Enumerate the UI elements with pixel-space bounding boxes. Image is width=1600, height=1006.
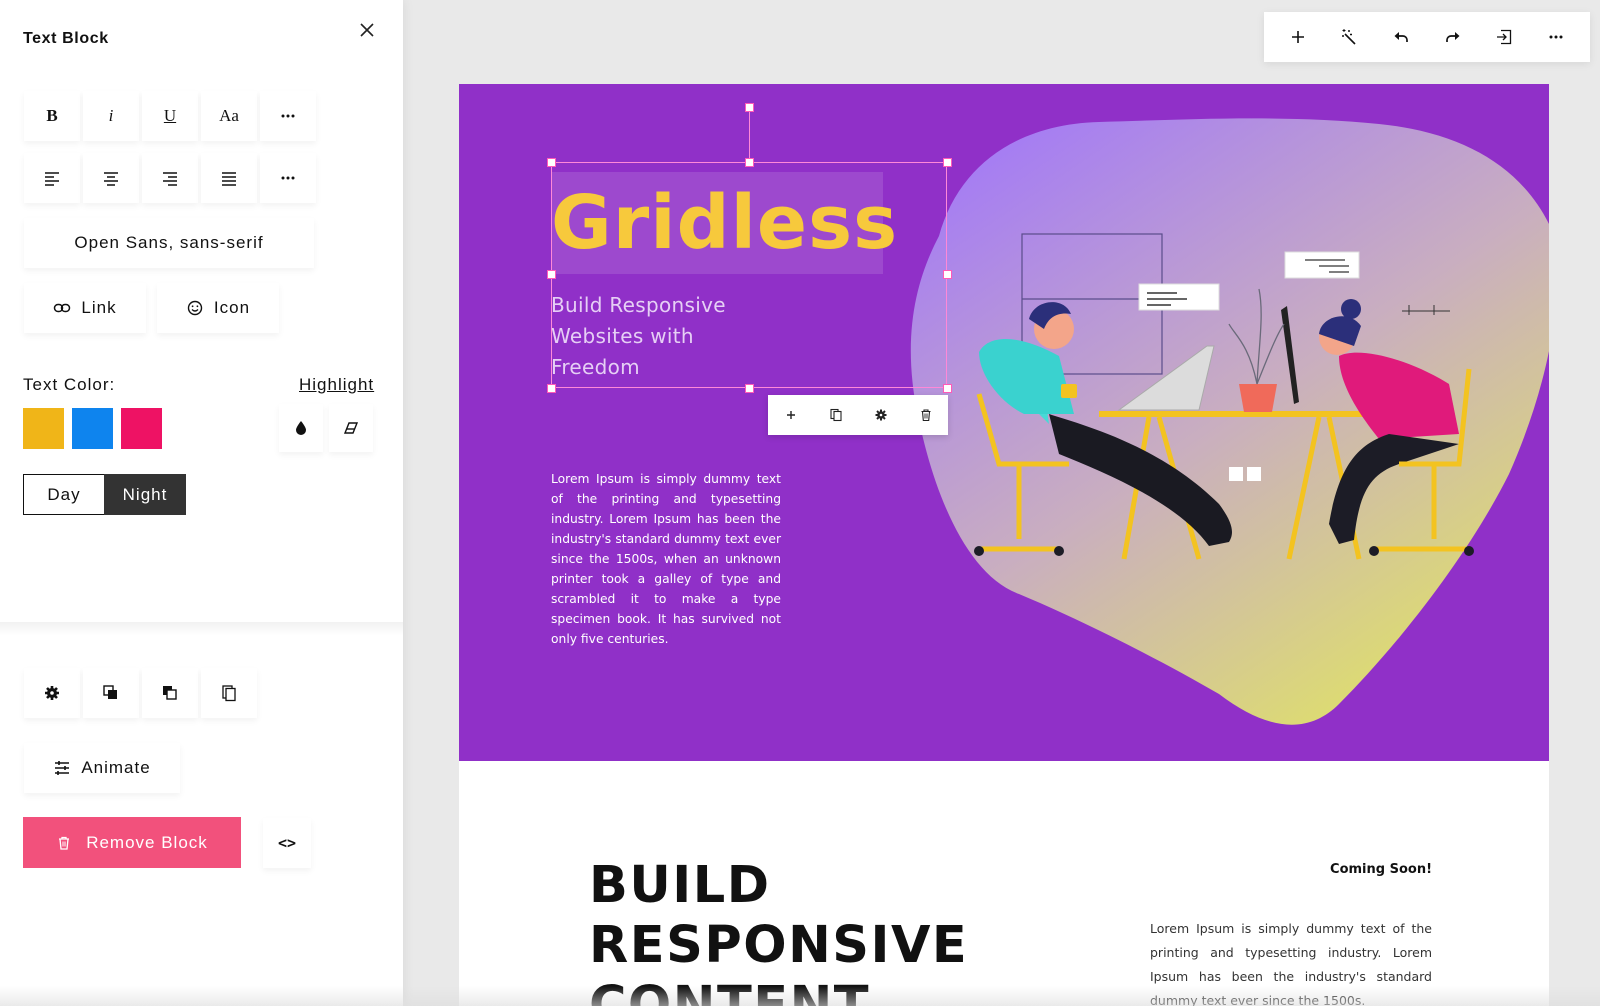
send-backward-button[interactable]: [142, 668, 198, 718]
more-align-button[interactable]: [260, 153, 316, 203]
bring-forward-icon: [103, 685, 117, 699]
mini-delete-button[interactable]: [911, 400, 941, 430]
trash-icon: [59, 836, 70, 850]
element-mini-toolbar: [768, 395, 948, 435]
duplicate-icon: [829, 408, 842, 422]
gear-icon: [875, 409, 886, 421]
align-center-icon: [104, 172, 118, 186]
send-backward-icon: [163, 686, 177, 700]
color-swatch-blue[interactable]: [72, 408, 113, 449]
color-picker-button[interactable]: [279, 404, 323, 452]
redo-button[interactable]: [1433, 17, 1473, 57]
resize-handle-bottom-right[interactable]: [943, 384, 952, 393]
undo-button[interactable]: [1381, 17, 1421, 57]
align-left-button[interactable]: [24, 153, 80, 203]
block-settings-button[interactable]: [24, 668, 80, 718]
view-code-button[interactable]: <>: [263, 818, 311, 868]
more-options-button[interactable]: [1536, 17, 1576, 57]
align-justify-icon: [222, 172, 236, 186]
mini-duplicate-button[interactable]: [821, 400, 851, 430]
night-toggle[interactable]: Night: [104, 474, 186, 515]
sliders-icon: [55, 761, 70, 775]
gear-icon: [45, 686, 59, 700]
remove-block-button[interactable]: Remove Block: [23, 817, 241, 868]
italic-button[interactable]: i: [83, 91, 139, 141]
link-label: Link: [81, 298, 117, 317]
resize-handle-bottom-left[interactable]: [547, 384, 556, 393]
hero-body-text[interactable]: Lorem Ipsum is simply dummy text of the …: [551, 469, 781, 649]
align-center-button[interactable]: [83, 153, 139, 203]
add-block-button[interactable]: [1278, 17, 1318, 57]
color-swatch-pink[interactable]: [121, 408, 162, 449]
font-size-button[interactable]: Aa: [201, 91, 257, 141]
magic-wand-icon: [1342, 29, 1357, 45]
color-swatch-yellow[interactable]: [23, 408, 64, 449]
font-family-select[interactable]: Open Sans, sans-serif: [24, 218, 314, 268]
duplicate-button[interactable]: [201, 668, 257, 718]
redo-icon: [1445, 32, 1460, 42]
eraser-icon: [343, 422, 359, 434]
plus-icon: [786, 411, 795, 419]
more-horizontal-icon: [1549, 35, 1563, 39]
highlight-link[interactable]: Highlight: [299, 375, 374, 395]
icon-button[interactable]: Icon: [157, 283, 279, 333]
bold-button[interactable]: B: [24, 91, 80, 141]
section-body-text[interactable]: Lorem Ipsum is simply dummy text of the …: [1150, 917, 1432, 1006]
align-justify-button[interactable]: [201, 153, 257, 203]
more-format-button[interactable]: [260, 91, 316, 141]
hero-section[interactable]: Gridless Build Responsive Websites with …: [459, 84, 1549, 761]
editor-toolbar: [1264, 12, 1590, 62]
text-color-label: Text Color:: [23, 375, 116, 394]
animate-label: Animate: [81, 758, 151, 777]
close-icon[interactable]: [355, 18, 379, 42]
duplicate-icon: [222, 685, 236, 702]
hero-title[interactable]: Gridless: [551, 180, 898, 266]
bring-forward-button[interactable]: [83, 668, 139, 718]
icon-label: Icon: [213, 298, 251, 317]
exit-button[interactable]: [1484, 17, 1524, 57]
magic-button[interactable]: [1329, 17, 1369, 57]
mini-add-button[interactable]: [776, 400, 806, 430]
selection-rotate-line: [749, 107, 750, 162]
link-button[interactable]: Link: [24, 283, 146, 333]
clear-color-button[interactable]: [329, 404, 373, 452]
resize-handle-right[interactable]: [943, 270, 952, 279]
drop-icon: [296, 421, 306, 435]
animate-button[interactable]: Animate: [24, 743, 180, 793]
content-section[interactable]: BUILD RESPONSIVE CONTENT Coming Soon! Lo…: [459, 761, 1549, 1006]
link-icon: [54, 303, 71, 313]
plus-icon: [1291, 31, 1304, 43]
text-block-panel: Text Block B i U Aa Open Sans, sans-seri…: [0, 0, 403, 1006]
align-right-button[interactable]: [142, 153, 198, 203]
panel-divider: [0, 622, 403, 636]
day-toggle[interactable]: Day: [23, 474, 105, 515]
resize-handle-top-left[interactable]: [547, 158, 556, 167]
trash-icon: [921, 409, 930, 422]
resize-handle-left[interactable]: [547, 270, 556, 279]
align-left-icon: [45, 172, 59, 186]
align-right-icon: [163, 172, 177, 186]
more-horizontal-icon: [281, 114, 295, 118]
smiley-icon: [187, 300, 203, 316]
resize-handle-top-right[interactable]: [943, 158, 952, 167]
resize-handle-bottom[interactable]: [745, 384, 754, 393]
resize-handle-top[interactable]: [745, 158, 754, 167]
rotate-handle[interactable]: [745, 103, 754, 112]
panel-title: Text Block: [23, 30, 109, 47]
underline-button[interactable]: U: [142, 91, 198, 141]
hero-subtitle[interactable]: Build Responsive Websites with Freedom: [551, 290, 751, 383]
coming-soon-text[interactable]: Coming Soon!: [1330, 862, 1432, 877]
exit-icon: [1497, 29, 1512, 45]
mini-settings-button[interactable]: [866, 400, 896, 430]
undo-icon: [1394, 32, 1408, 42]
section-heading[interactable]: BUILD RESPONSIVE CONTENT: [589, 856, 1009, 1006]
more-horizontal-icon: [281, 176, 295, 180]
remove-block-label: Remove Block: [86, 832, 208, 852]
